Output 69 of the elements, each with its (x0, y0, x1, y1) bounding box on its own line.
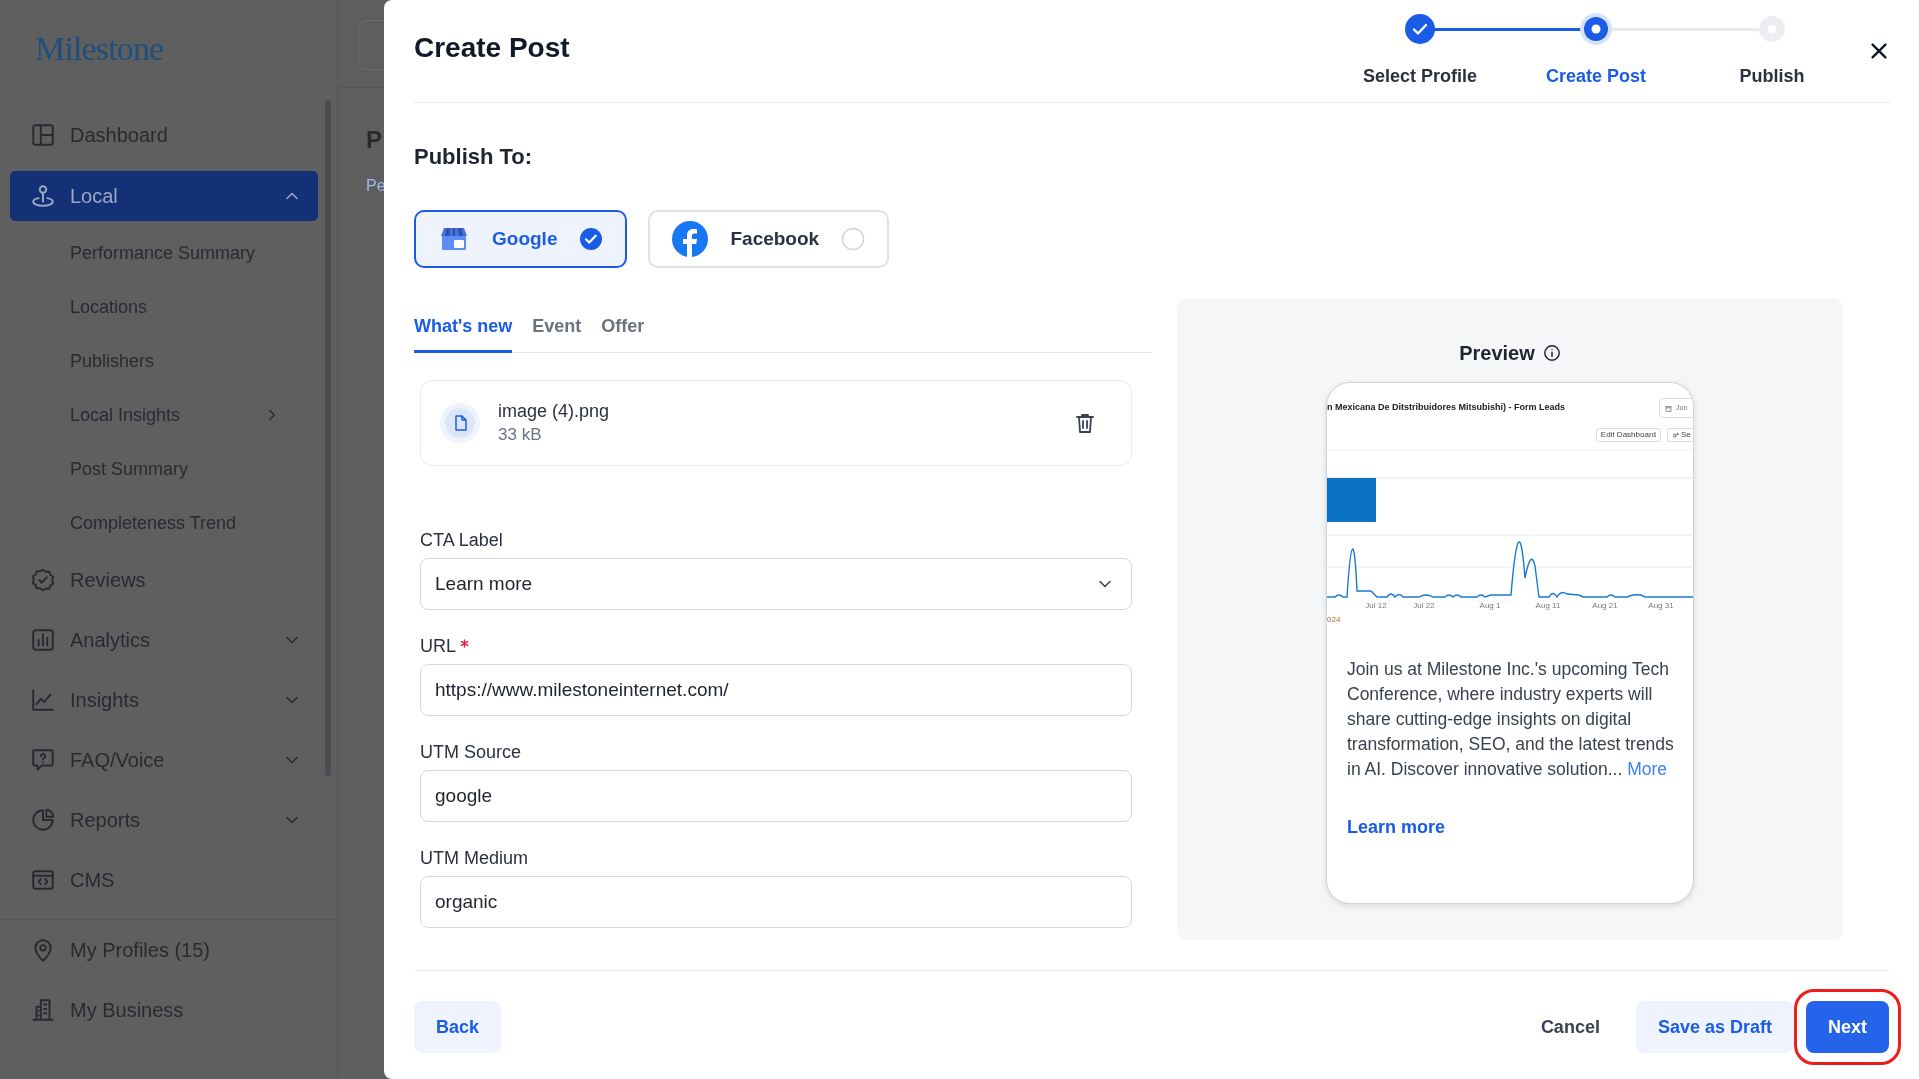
field-label: UTM Medium (420, 846, 528, 870)
step-label: Create Post (1545, 65, 1646, 88)
axis-label: Aug 21 (1592, 601, 1618, 611)
logo: Milestone (35, 31, 164, 66)
bar-chart-icon (30, 627, 56, 653)
post-type-tab[interactable]: Event (532, 302, 582, 353)
radio-circle-icon (841, 227, 866, 251)
file-icon (440, 403, 480, 443)
platform-option[interactable]: Facebook (648, 210, 890, 268)
section-heading: Publish To: (414, 143, 534, 171)
axis-label: Jul 22 (1413, 601, 1435, 611)
breadcrumb-link[interactable]: Pe (338, 174, 384, 198)
step-label: Select Profile (1362, 65, 1477, 88)
sidebar-item-label: CMS (70, 868, 116, 893)
edit-dashboard-button[interactable]: Edit Dashboard (1595, 428, 1661, 442)
sidebar-item-label: Insights (70, 688, 140, 713)
post-text: Join us at Milestone Inc.'s upcoming Tech Conference, where industry experts will share cutting-edge insights on digital transformation, SEO, and the latest trends in AI. Discover innovative solution... More (1347, 658, 1675, 781)
preview-title: Preview (1459, 341, 1535, 366)
post-type-tab[interactable]: What's new (414, 302, 513, 353)
gear-icon (1672, 431, 1679, 439)
help-icon (30, 747, 56, 773)
pin-icon (30, 183, 56, 209)
input-field[interactable]: https://www.milestoneinternet.com/ (420, 664, 1132, 716)
check-circle-icon (579, 227, 604, 251)
more-link[interactable]: More (1627, 759, 1667, 779)
chart-footnote: 024 (1327, 615, 1341, 625)
file-size: 33 kB (498, 424, 543, 446)
platform-option[interactable]: Google (414, 210, 628, 268)
badge-check-icon (30, 567, 56, 593)
dashboard-title: n Mexicana De Ditstribuidores Mitsubishi) - Form Leads (1327, 401, 1566, 415)
input-field[interactable]: organic (420, 876, 1132, 928)
axis-label: Jul 12 (1365, 601, 1387, 611)
learn-more-link[interactable]: Learn more (1347, 815, 1446, 839)
trash-icon (1073, 411, 1097, 435)
cta-select[interactable]: Learn more (420, 558, 1132, 610)
step-label: Publish (1739, 65, 1805, 88)
field-label: CTA Label (420, 528, 503, 552)
line-chart-icon (30, 687, 56, 713)
post-type-tab[interactable]: Offer (601, 302, 645, 353)
sidebar-item-label: Reports (70, 808, 142, 833)
next-button[interactable]: Next (1806, 1001, 1889, 1053)
sidebar-item-label: Reviews (70, 568, 147, 593)
code-window-icon (30, 867, 56, 893)
dashboard-icon (30, 122, 56, 148)
close-icon (1868, 40, 1890, 62)
delete-button[interactable] (1073, 411, 1097, 435)
pie-chart-icon (30, 807, 56, 833)
sidebar-item-label: Dashboard (70, 123, 169, 148)
sidebar-item-label: Analytics (70, 628, 152, 653)
input-field[interactable]: google (420, 770, 1132, 822)
axis-label: Aug 31 (1648, 601, 1674, 611)
building-icon (30, 997, 56, 1023)
sidebar-item-label: FAQ/Voice (70, 748, 166, 773)
field-label: UTM Source (420, 740, 522, 764)
facebook-icon (672, 221, 709, 257)
cancel-button[interactable]: Cancel (1518, 1001, 1622, 1053)
field-label: URL (420, 634, 456, 658)
axis-label: Aug 11 (1535, 601, 1561, 611)
info-icon (1542, 344, 1561, 362)
save-draft-button[interactable]: Save as Draft (1635, 1001, 1794, 1053)
modal-title: Create Post (414, 31, 570, 62)
back-button[interactable]: Back (414, 1001, 502, 1053)
axis-label: Aug 1 (1479, 601, 1501, 611)
calendar-icon (1665, 404, 1672, 412)
settings-button[interactable]: Se (1667, 428, 1693, 442)
sidebar-item-selected[interactable]: Local (10, 171, 318, 221)
file-name: image (4).png (498, 400, 611, 423)
select-value: Learn more (435, 571, 534, 596)
close-button[interactable] (1868, 40, 1890, 62)
